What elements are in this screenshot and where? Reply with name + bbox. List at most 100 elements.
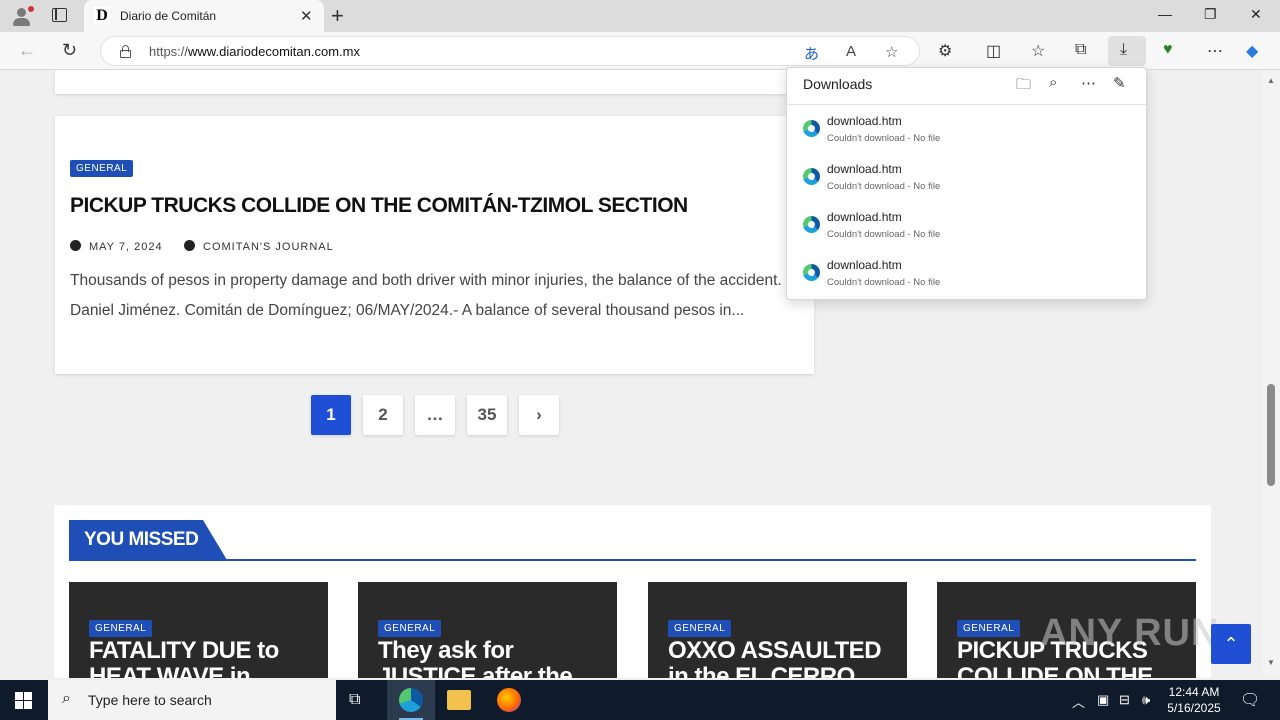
download-status: Couldn't download - No file bbox=[827, 229, 941, 240]
download-status: Couldn't download - No file bbox=[827, 181, 941, 192]
new-tab-icon[interactable]: + bbox=[331, 3, 344, 29]
download-icon[interactable]: ⤓ bbox=[1120, 41, 1127, 59]
pin-icon[interactable]: ✎ bbox=[1113, 74, 1126, 92]
favorite-star-icon[interactable]: ☆ bbox=[885, 43, 898, 61]
search-icon: ⌕ bbox=[62, 690, 71, 707]
network-icon[interactable]: ⊟ bbox=[1119, 692, 1130, 708]
you-missed-section: YOU MISSED GENERAL FATALITY DUE to HEAT … bbox=[54, 505, 1211, 678]
category-badge[interactable]: GENERAL bbox=[378, 620, 442, 637]
split-screen-icon[interactable]: ◫ bbox=[986, 41, 1001, 61]
taskbar-clock[interactable]: 12:44 AM 5/16/2025 bbox=[1160, 684, 1228, 716]
site-favicon-icon: D bbox=[94, 7, 110, 24]
tab-actions-icon[interactable] bbox=[52, 8, 67, 22]
browser-essentials-icon[interactable]: ♥ bbox=[1163, 41, 1173, 59]
favorites-icon[interactable]: ☆ bbox=[1031, 41, 1045, 61]
article-date: MAY 7, 2024 bbox=[70, 240, 163, 253]
clock-time: 12:44 AM bbox=[1168, 685, 1220, 699]
read-aloud-icon[interactable]: A bbox=[846, 43, 856, 60]
edge-file-icon bbox=[803, 168, 820, 185]
firefox-icon[interactable] bbox=[497, 688, 521, 712]
copilot-icon[interactable]: ◆ bbox=[1246, 41, 1258, 61]
downloads-title: Downloads bbox=[803, 76, 873, 92]
more-options-icon[interactable]: ⋯ bbox=[1081, 74, 1096, 92]
previous-article-card bbox=[55, 70, 814, 94]
lock-icon[interactable] bbox=[120, 45, 131, 58]
tab-close-icon[interactable]: ✕ bbox=[300, 7, 313, 25]
tab-title: Diario de Comitán bbox=[120, 9, 217, 23]
download-filename: download.htm bbox=[827, 210, 902, 224]
missed-tile[interactable]: GENERAL They ask for JUSTICE after the bbox=[358, 582, 617, 678]
section-divider bbox=[69, 559, 1196, 561]
clock-icon bbox=[70, 240, 81, 251]
downloads-panel: Downloads 🗀 ⌕ ⋯ ✎ download.htm Couldn't … bbox=[786, 67, 1147, 300]
more-menu-icon[interactable]: ⋯ bbox=[1207, 41, 1223, 61]
tile-title[interactable]: They ask for JUSTICE after the bbox=[378, 638, 608, 679]
notifications-icon[interactable]: 🗨 bbox=[1240, 690, 1260, 710]
translate-icon[interactable]: あ bbox=[804, 43, 819, 64]
meet-now-icon[interactable]: ▣ bbox=[1097, 692, 1109, 708]
edge-file-icon bbox=[803, 264, 820, 281]
missed-tile[interactable]: GENERAL OXXO ASSAULTED in the EL CERRO bbox=[648, 582, 907, 678]
refresh-icon[interactable]: ↻ bbox=[62, 40, 77, 61]
tile-title[interactable]: OXXO ASSAULTED in the EL CERRO bbox=[668, 638, 898, 679]
file-explorer-icon[interactable] bbox=[447, 690, 471, 710]
volume-icon[interactable]: 🕪 bbox=[1142, 692, 1150, 708]
browser-toolbar: ← ↻ https://www.diariodecomitan.com.mx あ… bbox=[0, 32, 1280, 70]
category-badge[interactable]: GENERAL bbox=[668, 620, 732, 637]
tile-title[interactable]: FATALITY DUE to HEAT WAVE in bbox=[89, 638, 319, 679]
extensions-icon[interactable]: ⚙ bbox=[938, 41, 952, 61]
scroll-to-top-button[interactable]: ⌃ bbox=[1211, 624, 1251, 664]
anyrun-watermark: ANY RUN bbox=[1040, 612, 1220, 654]
tray-chevron-icon[interactable]: ︿ bbox=[1072, 692, 1085, 711]
article-title[interactable]: PICKUP TRUCKS COLLIDE ON THE COMITÁN-TZI… bbox=[70, 194, 688, 218]
edge-file-icon bbox=[803, 120, 820, 137]
download-item[interactable]: download.htm Couldn't download - No file bbox=[787, 153, 1146, 201]
page-35-button[interactable]: 35 bbox=[467, 395, 507, 435]
user-icon bbox=[184, 240, 195, 251]
title-bar: D Diario de Comitán ✕ + — ❐ ✕ bbox=[0, 0, 1280, 32]
article-author[interactable]: COMITAN'S JOURNAL bbox=[184, 240, 334, 253]
download-status: Couldn't download - No file bbox=[827, 277, 941, 288]
download-item[interactable]: download.htm Couldn't download - No file bbox=[787, 249, 1146, 297]
clock-date: 5/16/2025 bbox=[1167, 701, 1221, 715]
scroll-up-icon[interactable]: ▲ bbox=[1267, 76, 1275, 85]
article-card: GENERAL PICKUP TRUCKS COLLIDE ON THE COM… bbox=[55, 116, 814, 374]
page-ellipsis: … bbox=[415, 395, 455, 435]
category-badge[interactable]: GENERAL bbox=[89, 620, 153, 637]
category-badge[interactable]: GENERAL bbox=[957, 620, 1021, 637]
profile-icon[interactable] bbox=[10, 5, 34, 27]
task-view-icon[interactable]: ⧉ bbox=[349, 688, 373, 712]
edge-file-icon bbox=[803, 216, 820, 233]
url-text: https://www.diariodecomitan.com.mx bbox=[149, 44, 360, 59]
collections-icon[interactable]: ⧉ bbox=[1075, 41, 1086, 59]
scroll-thumb[interactable] bbox=[1267, 384, 1275, 486]
maximize-icon[interactable]: ❐ bbox=[1204, 6, 1217, 23]
next-page-button[interactable]: › bbox=[519, 395, 559, 435]
download-item[interactable]: download.htm Couldn't download - No file bbox=[787, 105, 1146, 153]
download-filename: download.htm bbox=[827, 114, 902, 128]
you-missed-heading: YOU MISSED bbox=[69, 520, 227, 560]
missed-tile[interactable]: GENERAL FATALITY DUE to HEAT WAVE in bbox=[69, 582, 328, 678]
page-scrollbar[interactable]: ▲ ▼ bbox=[1262, 70, 1280, 678]
windows-start-icon[interactable] bbox=[15, 692, 32, 709]
scroll-down-icon[interactable]: ▼ bbox=[1267, 658, 1275, 667]
edge-icon[interactable] bbox=[399, 688, 423, 712]
search-icon[interactable]: ⌕ bbox=[1049, 74, 1057, 91]
taskbar-search[interactable]: ⌕ Type here to search bbox=[48, 680, 336, 720]
download-filename: download.htm bbox=[827, 162, 902, 176]
download-status: Couldn't download - No file bbox=[827, 133, 941, 144]
category-badge[interactable]: GENERAL bbox=[70, 160, 134, 177]
search-placeholder: Type here to search bbox=[88, 692, 212, 708]
article-excerpt: Thousands of pesos in property damage an… bbox=[70, 272, 782, 319]
download-filename: download.htm bbox=[827, 258, 902, 272]
address-bar[interactable]: https://www.diariodecomitan.com.mx あ A ☆ bbox=[100, 36, 920, 66]
browser-tab[interactable]: D Diario de Comitán ✕ bbox=[84, 0, 324, 32]
taskbar: ⌕ Type here to search ⧉ ︿ ▣ ⊟ 🕪 12:44 AM… bbox=[0, 680, 1280, 720]
open-folder-icon[interactable]: 🗀 bbox=[1016, 74, 1031, 99]
download-item[interactable]: download.htm Couldn't download - No file bbox=[787, 201, 1146, 249]
page-1-button[interactable]: 1 bbox=[311, 395, 351, 435]
page-2-button[interactable]: 2 bbox=[363, 395, 403, 435]
back-icon[interactable]: ← bbox=[18, 40, 36, 61]
minimize-icon[interactable]: — bbox=[1158, 6, 1172, 22]
close-window-icon[interactable]: ✕ bbox=[1250, 6, 1262, 23]
